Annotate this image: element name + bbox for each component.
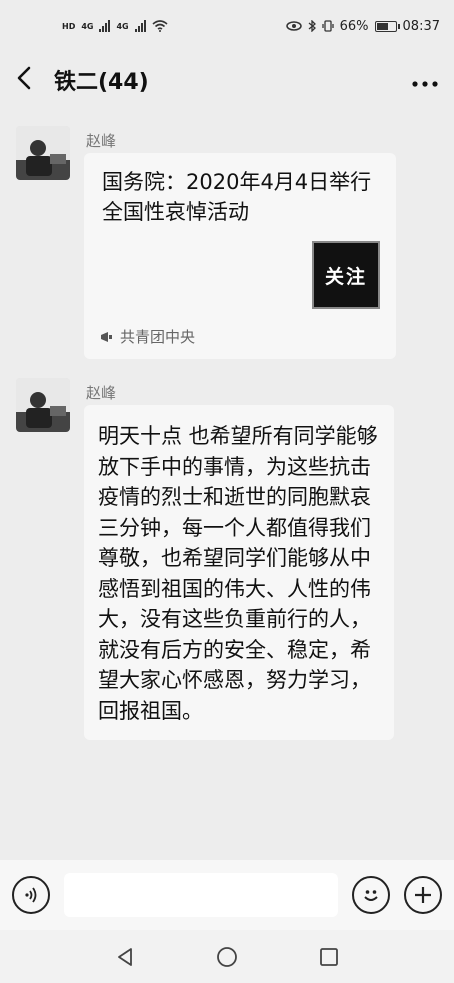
hd-badge: HD xyxy=(62,21,76,31)
battery-fill xyxy=(376,22,388,30)
sender-name: 赵峰 xyxy=(86,384,117,402)
more-dots-icon xyxy=(412,80,438,87)
signal-icon xyxy=(134,20,146,32)
chat-title: 铁二(44) xyxy=(54,70,149,95)
nav-home-icon[interactable] xyxy=(216,946,238,968)
avatar[interactable] xyxy=(16,378,70,432)
avatar-photo xyxy=(16,378,70,432)
back-button[interactable] xyxy=(16,66,46,95)
emoji-button[interactable] xyxy=(352,876,390,914)
input-actions xyxy=(352,876,442,914)
more-options-button[interactable] xyxy=(412,68,438,93)
card-source-label: 共青团中央 xyxy=(120,328,196,346)
message-bubble[interactable]: 明天十点 也希望所有同学能够放下手中的事情，为这些抗击疫情的烈士和逝世的同胞默哀… xyxy=(84,405,394,740)
battery-icon xyxy=(374,20,400,32)
megaphone-icon xyxy=(101,331,112,342)
signal-icon xyxy=(99,20,111,32)
network-4g-label-2: 4G xyxy=(116,21,129,31)
plus-icon xyxy=(415,887,431,903)
vibrate-icon xyxy=(321,20,334,32)
network-4g-label-1: 4G xyxy=(81,21,94,31)
status-bar: HD 4G 4G 66% 08:37 xyxy=(0,0,454,52)
system-indicators: 66% 08:37 xyxy=(285,18,440,34)
article-card[interactable]: 国务院：2020年4月4日举行全国性哀悼活动 关注 共青团中央 xyxy=(84,153,396,359)
clock: 08:37 xyxy=(402,18,440,34)
more-functions-button[interactable] xyxy=(404,876,442,914)
battery-percent: 66% xyxy=(339,18,369,34)
input-bar xyxy=(0,860,454,930)
chevron-left-icon xyxy=(17,66,31,89)
network-indicators: HD 4G 4G xyxy=(62,20,168,32)
avatar-photo xyxy=(16,126,70,180)
avatar[interactable] xyxy=(16,126,70,180)
chat-header: 铁二(44) xyxy=(0,52,454,108)
bluetooth-icon xyxy=(308,20,316,32)
nav-recents-icon[interactable] xyxy=(318,946,340,968)
voice-icon xyxy=(25,887,37,903)
sender-name: 赵峰 xyxy=(86,132,117,150)
card-title: 国务院：2020年4月4日举行全国性哀悼活动 xyxy=(102,170,372,224)
wifi-icon xyxy=(152,20,168,32)
eye-icon xyxy=(285,21,302,31)
system-nav-bar xyxy=(0,930,454,983)
follow-thumbnail: 关注 xyxy=(312,241,380,309)
card-source: 共青团中央 xyxy=(100,326,195,347)
message-input[interactable] xyxy=(64,873,338,917)
voice-input-button[interactable] xyxy=(12,876,50,914)
smiley-icon xyxy=(364,890,378,901)
chat-messages[interactable]: 赵峰 国务院：2020年4月4日举行全国性哀悼活动 关注 共青团中央 赵峰 明天… xyxy=(0,108,454,860)
nav-back-icon[interactable] xyxy=(114,946,136,968)
